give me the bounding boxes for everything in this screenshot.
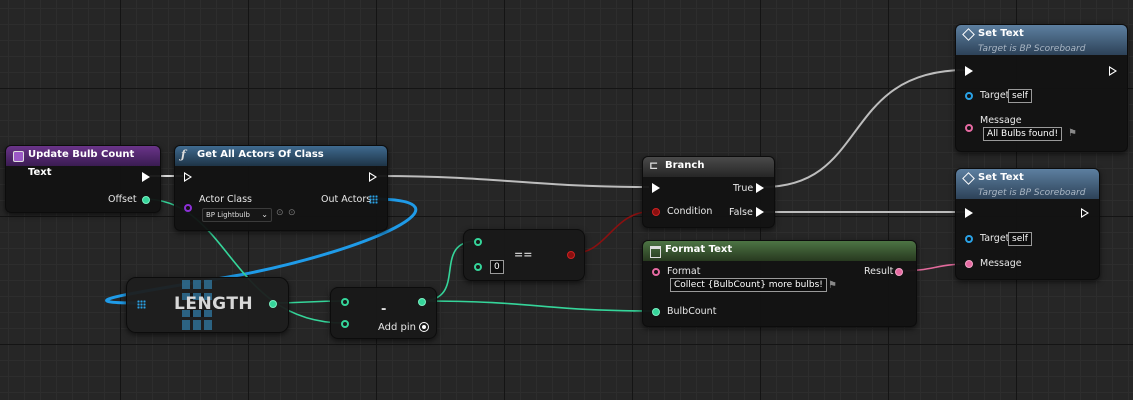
node-set-text-2[interactable]: Set Text Target is BP Scoreboard Target … <box>955 168 1100 280</box>
exec-in-pin[interactable] <box>184 172 192 182</box>
flag-icon[interactable]: ⚑ <box>828 280 837 291</box>
node-header[interactable]: ⊏ Branch <box>643 157 774 177</box>
out-actors-label: Out Actors <box>321 194 372 205</box>
target-input[interactable]: self <box>1008 232 1032 246</box>
int-out-pin[interactable] <box>269 300 277 308</box>
node-subtitle: Target is BP Scoreboard <box>978 44 1086 54</box>
event-icon <box>13 151 24 162</box>
array-length-watermark-top <box>182 280 212 289</box>
node-equals[interactable]: 0 == <box>463 229 585 281</box>
node-header[interactable]: Set Text Target is BP Scoreboard <box>956 169 1099 199</box>
exec-out-pin[interactable] <box>369 172 377 182</box>
function-icon: ƒ <box>181 148 186 161</box>
node-header[interactable]: Update Bulb Count Text <box>6 146 160 178</box>
equals-value-input[interactable]: 0 <box>490 260 504 274</box>
message-label: Message <box>980 115 1022 126</box>
browse-icon[interactable]: ⊙ <box>288 208 296 218</box>
array-pin[interactable] <box>369 195 378 204</box>
false-label: False <box>729 207 753 218</box>
chevron-down-icon: ⌄ <box>261 210 268 219</box>
node-title: Branch <box>665 160 705 171</box>
node-header[interactable]: ƒ Get All Actors Of Class <box>175 146 387 166</box>
add-pin-icon[interactable] <box>419 322 429 332</box>
subtract-output-pin[interactable] <box>418 298 426 306</box>
offset-pin[interactable] <box>142 196 150 204</box>
node-format-text[interactable]: Format Text Format Collect {BulbCount} m… <box>642 240 917 327</box>
format-input[interactable]: Collect {BulbCount} more bulbs! <box>670 278 827 292</box>
node-title: LENGTH <box>174 294 254 314</box>
node-header[interactable]: Set Text Target is BP Scoreboard <box>956 25 1127 55</box>
condition-pin[interactable] <box>652 208 660 216</box>
result-pin[interactable] <box>895 268 903 276</box>
array-length-watermark-bottom <box>182 320 212 330</box>
format-label: Format <box>667 266 701 277</box>
equals-input-b-pin[interactable] <box>474 263 482 271</box>
actor-class-pin[interactable] <box>184 204 192 212</box>
exec-wire-true-to-settext1[interactable] <box>762 69 967 188</box>
back-arrow-icon[interactable]: ⊙ <box>276 208 284 218</box>
format-text-icon <box>650 246 661 258</box>
equals-output-pin[interactable] <box>567 251 575 259</box>
exec-in-pin[interactable] <box>965 208 973 218</box>
offset-label: Offset <box>108 194 137 205</box>
exec-in-pin[interactable] <box>652 183 660 193</box>
node-length[interactable]: LENGTH <box>126 277 289 333</box>
actor-class-value: BP Lightbulb <box>206 211 250 219</box>
exec-out-pin[interactable] <box>142 172 150 182</box>
true-exec-pin[interactable] <box>756 183 764 193</box>
actor-class-label: Actor Class <box>199 194 253 205</box>
target-label: Target <box>980 90 1010 101</box>
node-title: Get All Actors Of Class <box>197 149 324 160</box>
node-title: Update Bulb Count Text <box>28 149 135 178</box>
target-pin[interactable] <box>965 235 973 243</box>
message-pin[interactable] <box>965 124 973 132</box>
format-pin[interactable] <box>652 268 660 276</box>
bulbcount-label: BulbCount <box>667 306 717 317</box>
result-label: Result <box>864 266 894 277</box>
exec-in-pin[interactable] <box>965 66 973 76</box>
target-pin[interactable] <box>965 92 973 100</box>
actor-class-dropdown[interactable]: BP Lightbulb ⌄ <box>202 208 272 222</box>
exec-out-pin[interactable] <box>1109 66 1117 76</box>
target-label: Target <box>980 233 1010 244</box>
subtract-input-b-pin[interactable] <box>341 320 349 328</box>
message-pin[interactable] <box>965 260 973 268</box>
add-pin-label[interactable]: Add pin <box>378 322 416 333</box>
branch-icon: ⊏ <box>649 159 659 172</box>
int-wire-subtract-to-bulbcount[interactable] <box>420 300 656 312</box>
flag-icon[interactable]: ⚑ <box>1068 128 1077 139</box>
message-label: Message <box>980 258 1022 269</box>
bulbcount-pin[interactable] <box>652 308 660 316</box>
function-diamond-icon <box>962 172 975 185</box>
node-header[interactable]: Format Text <box>643 241 916 261</box>
subtract-operator: - <box>381 302 387 317</box>
exec-wire-getall-to-branch[interactable] <box>377 175 650 188</box>
subtract-input-a-pin[interactable] <box>341 298 349 306</box>
node-subtract[interactable]: - Add pin <box>330 287 437 339</box>
true-label: True <box>733 183 754 194</box>
target-input[interactable]: self <box>1008 89 1032 103</box>
equals-operator: == <box>514 248 533 261</box>
node-update-bulb-count-text[interactable]: Update Bulb Count Text Offset <box>5 145 161 213</box>
node-title: Format Text <box>665 244 733 255</box>
node-set-text-1[interactable]: Set Text Target is BP Scoreboard Target … <box>955 24 1128 152</box>
node-title: Set Text <box>978 172 1024 183</box>
condition-label: Condition <box>667 206 713 217</box>
exec-out-pin[interactable] <box>1081 208 1089 218</box>
function-diamond-icon <box>962 28 975 41</box>
node-branch[interactable]: ⊏ Branch True Condition False <box>642 156 775 228</box>
node-title: Set Text <box>978 28 1024 39</box>
message-input[interactable]: All Bulbs found! <box>983 127 1063 141</box>
array-in-pin[interactable] <box>137 300 146 309</box>
false-exec-pin[interactable] <box>756 207 764 217</box>
node-subtitle: Target is BP Scoreboard <box>978 188 1086 198</box>
equals-input-a-pin[interactable] <box>474 238 482 246</box>
node-get-all-actors-of-class[interactable]: ƒ Get All Actors Of Class Actor Class BP… <box>174 145 388 231</box>
